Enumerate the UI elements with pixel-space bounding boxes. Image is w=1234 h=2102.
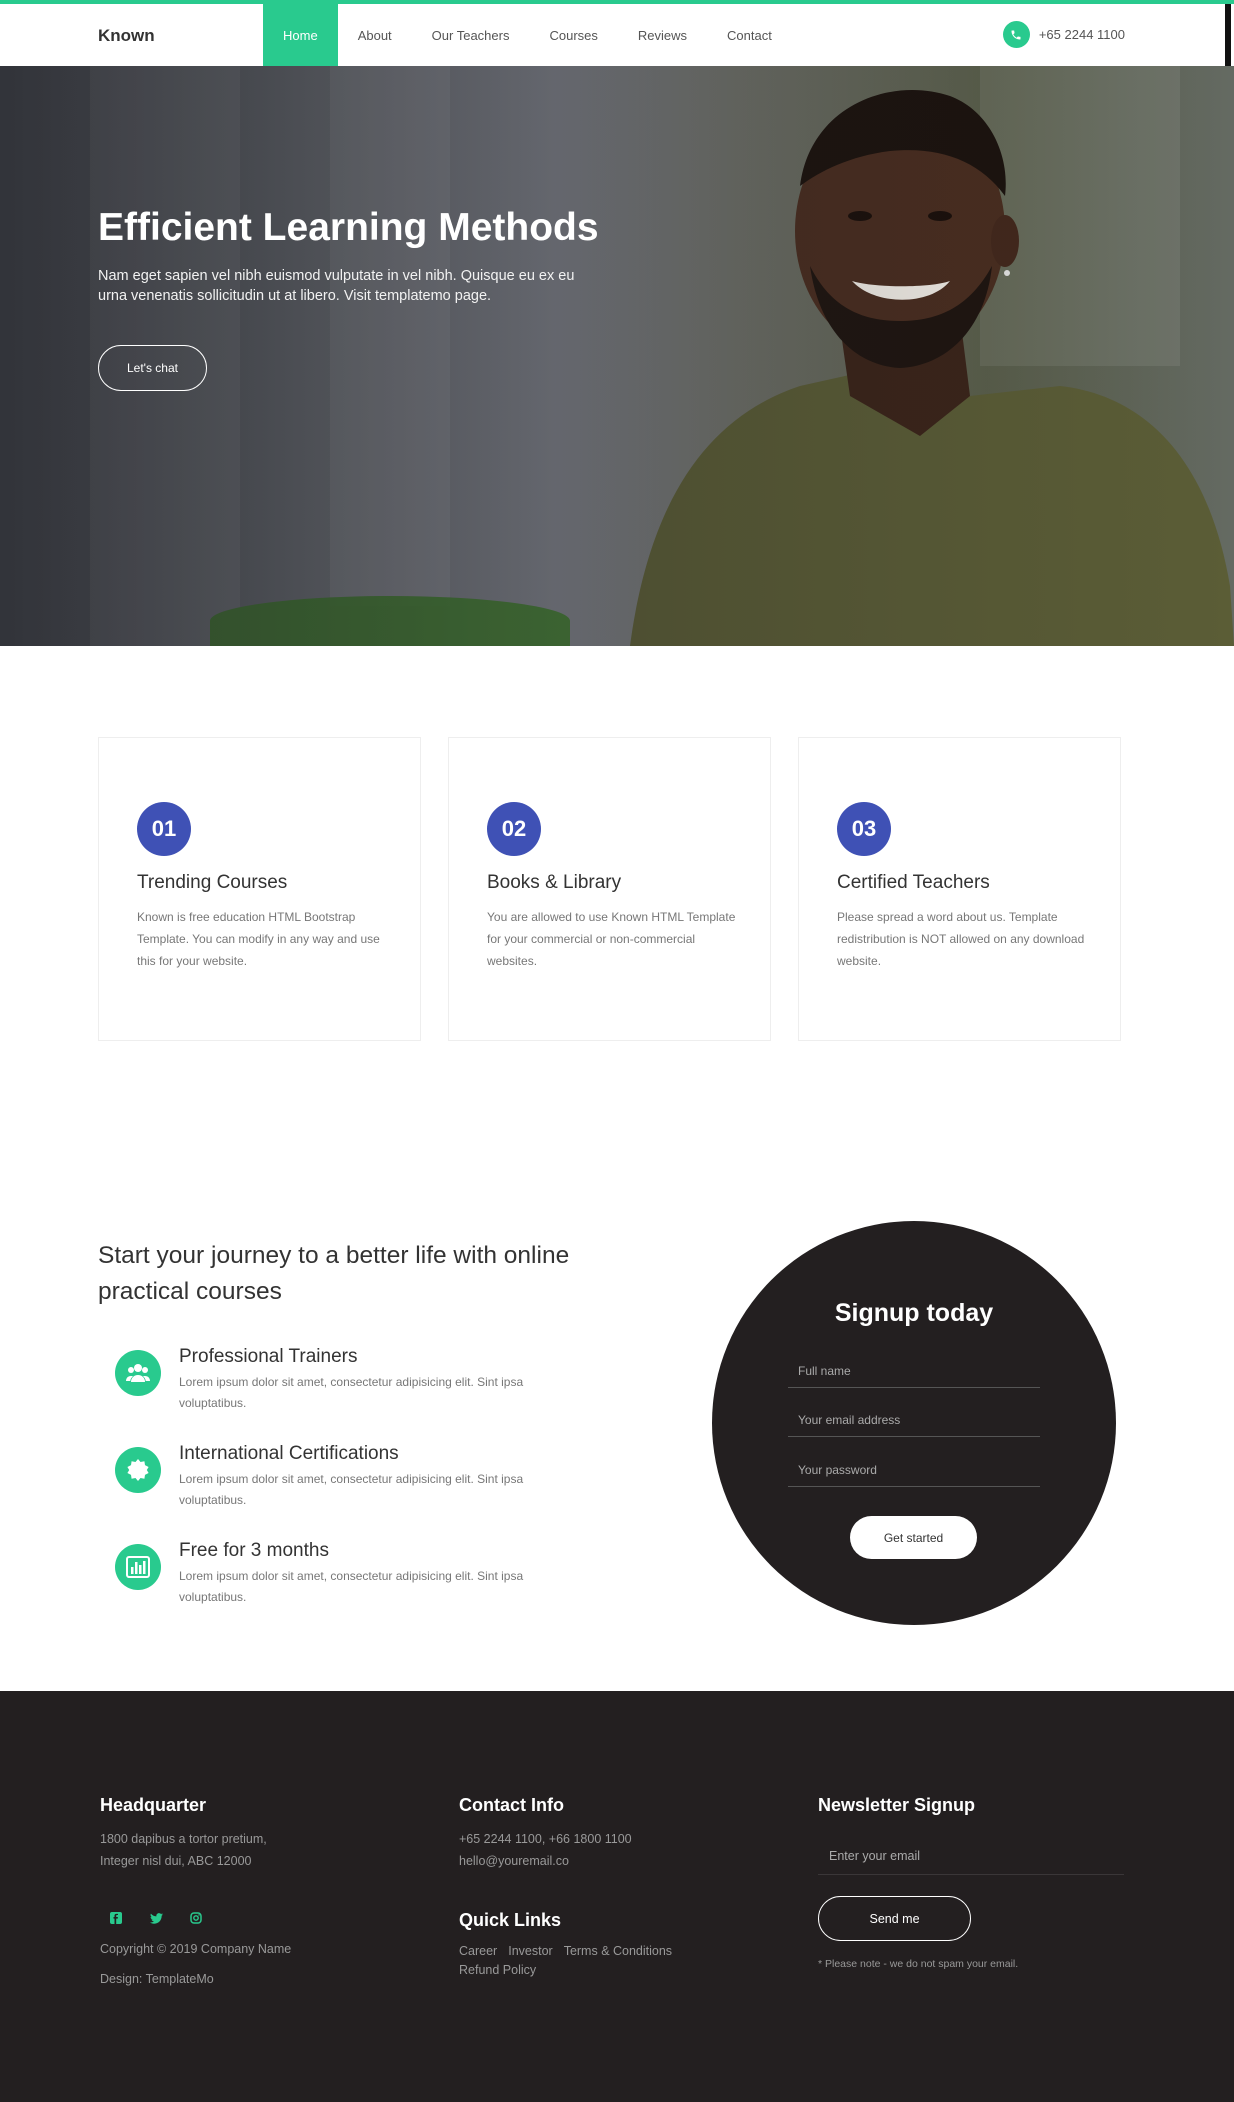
- spam-note: * Please note - we do not spam your emai…: [818, 1958, 1019, 1970]
- nav-item-about[interactable]: About: [338, 4, 412, 66]
- lets-chat-button[interactable]: Let's chat: [98, 345, 207, 391]
- send-me-button[interactable]: Send me: [818, 1896, 971, 1941]
- feature-card: 03 Certified Teachers Please spread a wo…: [798, 737, 1121, 1041]
- signup-title: Signup today: [834, 1299, 994, 1327]
- feature-card: 01 Trending Courses Known is free educat…: [98, 737, 421, 1041]
- copyright-text: Copyright © 2019 Company Name: [100, 1942, 292, 1956]
- feature-description: You are allowed to use Known HTML Templa…: [487, 910, 736, 968]
- email-input[interactable]: Your email address: [788, 1399, 1040, 1437]
- nav-phone[interactable]: +65 2244 1100: [1002, 21, 1125, 48]
- nav-item-contact[interactable]: Contact: [707, 4, 792, 66]
- users-icon: [115, 1350, 161, 1396]
- perk-title: International Certifications: [179, 1443, 399, 1464]
- design-credit[interactable]: Design: TemplateMo: [100, 1968, 214, 1990]
- certificate-icon: [115, 1447, 161, 1493]
- feature-title: Books & Library: [487, 872, 622, 893]
- contact-info-heading: Contact Info: [459, 1795, 564, 1815]
- feature-title: Trending Courses: [137, 872, 288, 893]
- perk-title: Professional Trainers: [179, 1346, 358, 1367]
- journey-heading: Start your journey to a better life with…: [98, 1242, 570, 1305]
- feature-card: 02 Books & Library You are allowed to us…: [448, 737, 771, 1041]
- contact-email[interactable]: hello@youremail.co: [459, 1850, 569, 1872]
- nav-item-home[interactable]: Home: [263, 4, 338, 66]
- contact-phones: +65 2244 1100, +66 1800 1100: [459, 1832, 632, 1846]
- twitter-icon[interactable]: [147, 1909, 165, 1927]
- quick-link-career[interactable]: Career: [459, 1944, 497, 1958]
- get-started-button[interactable]: Get started: [850, 1516, 977, 1559]
- quick-link-investor[interactable]: Investor: [508, 1944, 552, 1958]
- brand-logo[interactable]: Known: [98, 26, 155, 46]
- instagram-icon[interactable]: [187, 1909, 205, 1927]
- feature-description: Known is free education HTML Bootstrap T…: [137, 910, 380, 968]
- signup-form: Signup today Full name Your email addres…: [712, 1221, 1116, 1625]
- perk-title: Free for 3 months: [179, 1540, 329, 1561]
- newsletter-heading: Newsletter Signup: [818, 1795, 976, 1815]
- quick-link-terms[interactable]: Terms & Conditions: [564, 1944, 672, 1958]
- newsletter-email-input[interactable]: Enter your email: [818, 1837, 1124, 1875]
- quick-link-refund-policy[interactable]: Refund Policy: [459, 1963, 536, 1977]
- password-input[interactable]: Your password: [788, 1449, 1040, 1487]
- navbar: Known Home About Our Teachers Courses Re…: [0, 4, 1234, 66]
- feature-title: Certified Teachers: [837, 872, 990, 893]
- hero-title: Efficient Learning Methods: [98, 206, 599, 249]
- bar-chart-icon: [115, 1544, 161, 1590]
- hero-subtitle: Nam eget sapien vel nibh euismod vulputa…: [98, 268, 575, 304]
- feature-number-badge: 01: [137, 802, 191, 856]
- hq-address-line-1: 1800 dapibus a tortor pretium,: [100, 1832, 267, 1846]
- phone-icon: [1002, 21, 1030, 48]
- feature-description: Please spread a word about us. Template …: [837, 910, 1085, 968]
- feature-number-badge: 02: [487, 802, 541, 856]
- quick-links-list: Career Investor Terms & Conditions Refun…: [459, 1944, 719, 1977]
- full-name-input[interactable]: Full name: [788, 1350, 1040, 1388]
- perk-description: Lorem ipsum dolor sit amet, consectetur …: [179, 1472, 524, 1507]
- facebook-icon[interactable]: [107, 1909, 125, 1927]
- hq-address-line-2: Integer nisl dui, ABC 12000: [100, 1854, 252, 1868]
- quick-links-heading: Quick Links: [459, 1910, 562, 1930]
- footer: Headquarter 1800 dapibus a tortor pretiu…: [0, 1691, 1234, 2102]
- scrollbar-edge: [1225, 4, 1231, 68]
- nav-item-our-teachers[interactable]: Our Teachers: [412, 4, 530, 66]
- headquarter-heading: Headquarter: [100, 1795, 207, 1815]
- nav-item-reviews[interactable]: Reviews: [618, 4, 707, 66]
- perk-description: Lorem ipsum dolor sit amet, consectetur …: [179, 1569, 524, 1604]
- feature-number-badge: 03: [837, 802, 891, 856]
- nav-item-courses[interactable]: Courses: [529, 4, 617, 66]
- nav-menu: Home About Our Teachers Courses Reviews …: [263, 4, 792, 66]
- phone-number: +65 2244 1100: [1038, 27, 1125, 42]
- perk-description: Lorem ipsum dolor sit amet, consectetur …: [179, 1375, 524, 1410]
